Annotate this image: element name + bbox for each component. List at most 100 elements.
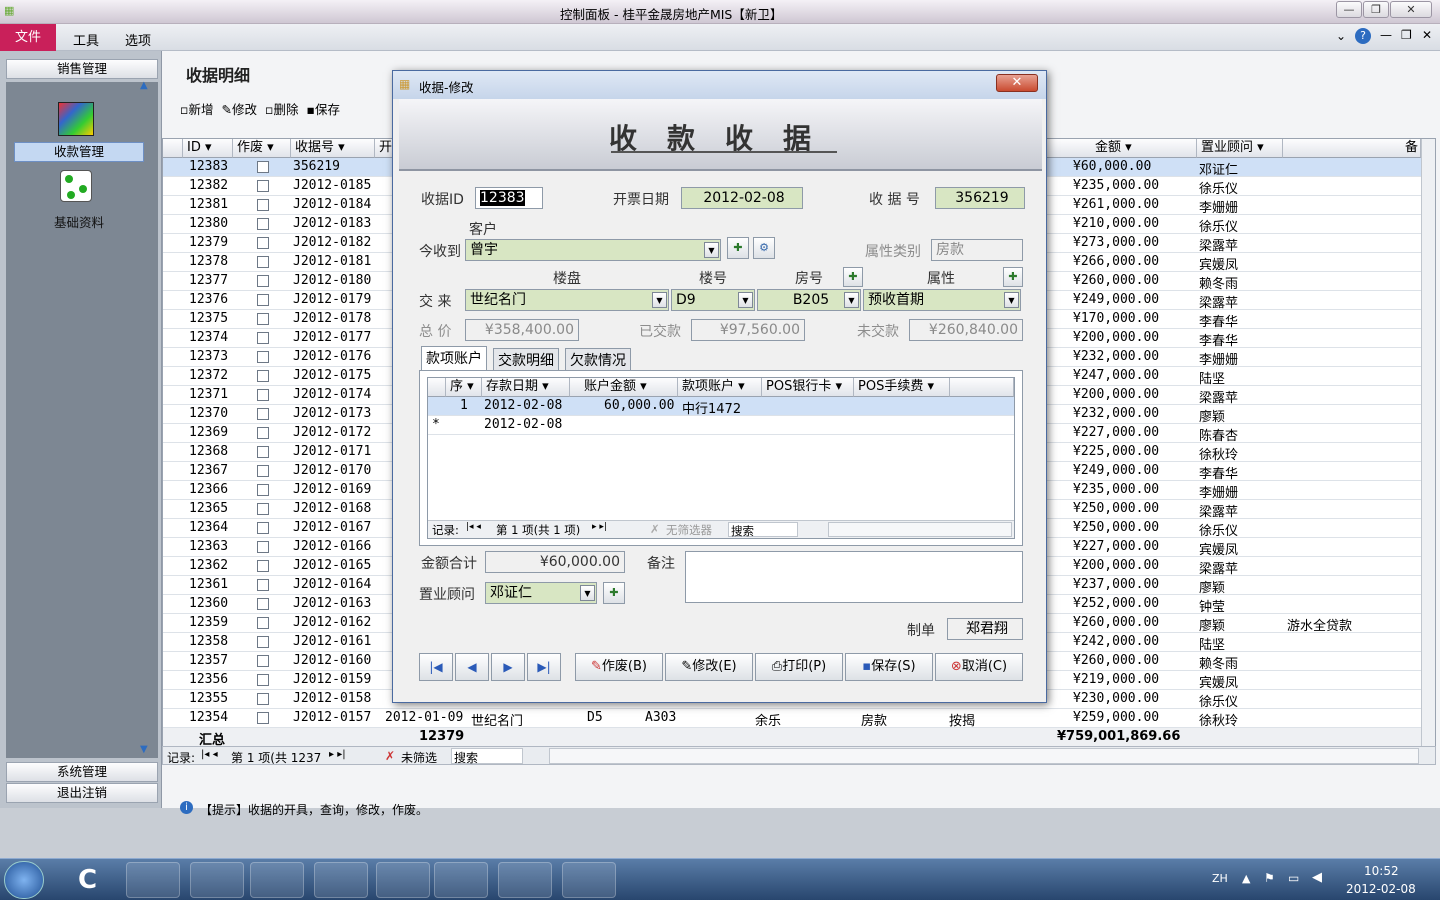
customer-select[interactable]: 曾宇 ▼ — [465, 239, 721, 261]
void-checkbox[interactable] — [257, 256, 269, 268]
c-app-icon[interactable]: C — [78, 865, 97, 895]
scroll-up-icon[interactable]: ▲ — [140, 80, 148, 91]
input-language[interactable]: ZH — [1212, 872, 1228, 885]
sub-header-date[interactable]: 存款日期 ▾ — [482, 378, 570, 397]
first-button[interactable]: |◀ — [419, 653, 453, 681]
sub-header-seq[interactable]: 序 ▾ — [446, 378, 482, 397]
void-checkbox[interactable] — [257, 674, 269, 686]
add-property-button[interactable]: ✚ — [1003, 267, 1023, 287]
building-select[interactable]: D9 ▼ — [671, 289, 755, 311]
receipt-no-field[interactable]: 356219 — [935, 187, 1025, 209]
header-amount[interactable]: 金额 ▾ — [1039, 139, 1197, 158]
ribbon-toggle-icon[interactable]: ⌄ — [1336, 29, 1346, 43]
add-advisor-button[interactable]: ✚ — [603, 582, 625, 604]
nav-item-receipts[interactable]: 收款管理 — [14, 142, 144, 162]
chevron-down-icon[interactable]: ▼ — [580, 585, 595, 601]
header-id[interactable]: ID ▾ — [183, 139, 233, 158]
void-checkbox[interactable] — [257, 446, 269, 458]
void-checkbox[interactable] — [257, 313, 269, 325]
void-checkbox[interactable] — [257, 484, 269, 496]
void-checkbox[interactable] — [257, 161, 269, 173]
void-checkbox[interactable] — [257, 503, 269, 515]
grid-hscrollbar[interactable] — [549, 748, 1419, 764]
add-customer-button[interactable]: ✚ — [727, 237, 749, 259]
void-checkbox[interactable] — [257, 351, 269, 363]
next-record-button[interactable]: ▸ ▸| — [329, 749, 346, 760]
header-note[interactable]: 备 — [1283, 139, 1421, 158]
void-checkbox[interactable] — [257, 275, 269, 287]
start-button[interactable] — [4, 861, 44, 899]
void-checkbox[interactable] — [257, 522, 269, 534]
void-checkbox[interactable] — [257, 560, 269, 572]
void-checkbox[interactable] — [257, 370, 269, 382]
save-toolbar-button[interactable]: ▪保存 — [306, 102, 340, 117]
void-checkbox[interactable] — [257, 427, 269, 439]
void-checkbox[interactable] — [257, 712, 269, 724]
scroll-down-icon[interactable]: ▼ — [140, 744, 148, 755]
photo-icon[interactable] — [376, 862, 430, 898]
menu-file[interactable]: 文件 — [0, 24, 56, 51]
menu-options[interactable]: 选项 — [125, 30, 151, 49]
chevron-down-icon[interactable]: ▼ — [738, 292, 753, 308]
sub-next-button[interactable]: ▸ ▸| — [592, 522, 607, 532]
customer-lookup-button[interactable]: ⚙ — [753, 237, 775, 259]
users-icon[interactable] — [434, 862, 488, 898]
media-icon[interactable] — [250, 862, 304, 898]
void-checkbox[interactable] — [257, 199, 269, 211]
mdi-close-icon[interactable]: ✕ — [1422, 28, 1432, 42]
edit-dialog-button[interactable]: ✎修改(E) — [665, 653, 753, 681]
receipt-id-field[interactable]: 12383 — [475, 187, 543, 209]
sub-header-pos-card[interactable]: POS银行卡 ▾ — [762, 378, 854, 397]
save-dialog-button[interactable]: ▪保存(S) — [845, 653, 933, 681]
table-row[interactable]: 12354 J2012-0157 ¥259,000.00 徐秋玲 2012-01-09 世… — [163, 709, 1435, 729]
sub-table-row[interactable]: * 2012-02-08 — [428, 416, 1014, 435]
void-checkbox[interactable] — [257, 408, 269, 420]
void-checkbox[interactable] — [257, 693, 269, 705]
estate-select[interactable]: 世纪名门 ▼ — [465, 289, 669, 311]
issue-date-field[interactable]: 2012-02-08 — [681, 187, 803, 209]
void-checkbox[interactable] — [257, 598, 269, 610]
void-checkbox[interactable] — [257, 180, 269, 192]
explorer-icon[interactable] — [190, 862, 244, 898]
sub-first-button[interactable]: |◂ ◂ — [466, 522, 481, 532]
sub-table-row[interactable]: 1 2012-02-08 60,000.00 中行1472 — [428, 397, 1014, 417]
print-button[interactable]: ⎙打印(P) — [755, 653, 843, 681]
void-checkbox[interactable] — [257, 465, 269, 477]
void-checkbox[interactable] — [257, 389, 269, 401]
sub-header-pos-fee[interactable]: POS手续费 ▾ — [854, 378, 950, 397]
void-checkbox[interactable] — [257, 636, 269, 648]
dialog-close-button[interactable]: ✕ — [996, 74, 1038, 92]
add-button[interactable]: ▫新增 — [180, 102, 214, 117]
clock-date[interactable]: 2012-02-08 — [1346, 882, 1416, 896]
flag-icon[interactable]: ⚑ — [1264, 871, 1275, 885]
property-select[interactable]: 预收首期 ▼ — [863, 289, 1021, 311]
ie-icon[interactable] — [126, 862, 180, 898]
network-icon[interactable]: ▭ — [1288, 871, 1299, 885]
sub-header-account[interactable]: 款项账户 ▾ — [678, 378, 762, 397]
menu-tools[interactable]: 工具 — [73, 30, 99, 49]
advisor-select[interactable]: 邓证仁 ▼ — [485, 582, 597, 604]
header-receipt-no[interactable]: 收据号 ▾ — [291, 139, 375, 158]
cancel-button[interactable]: ⊗取消(C) — [935, 653, 1023, 681]
edit-button[interactable]: ✎修改 — [221, 102, 257, 117]
help-icon[interactable]: ? — [1355, 28, 1371, 44]
clock-time[interactable]: 10:52 — [1364, 864, 1399, 878]
void-checkbox[interactable] — [257, 541, 269, 553]
mdi-minimize-icon[interactable]: — — [1380, 28, 1392, 42]
maximize-button[interactable]: ❐ — [1363, 1, 1389, 18]
word-icon[interactable] — [562, 862, 616, 898]
sub-header-amount[interactable]: 账户金额 ▾ — [570, 378, 678, 397]
void-checkbox[interactable] — [257, 332, 269, 344]
nav-logout[interactable]: 退出注销 — [6, 783, 158, 803]
tab-accounts[interactable]: 款项账户 — [421, 346, 487, 371]
data-icon[interactable] — [60, 170, 92, 202]
filter-status[interactable]: 未筛选 — [401, 749, 437, 766]
browser-icon[interactable] — [314, 862, 368, 898]
sub-search-input[interactable]: 搜索 — [728, 522, 798, 538]
void-checkbox[interactable] — [257, 294, 269, 306]
receipt-icon[interactable] — [58, 102, 94, 136]
room-select[interactable]: B205 ▼ — [757, 289, 861, 311]
nav-item-basics[interactable]: 基础资料 — [14, 212, 144, 231]
add-room-button[interactable]: ✚ — [843, 267, 863, 287]
previous-button[interactable]: ◀ — [455, 653, 489, 681]
